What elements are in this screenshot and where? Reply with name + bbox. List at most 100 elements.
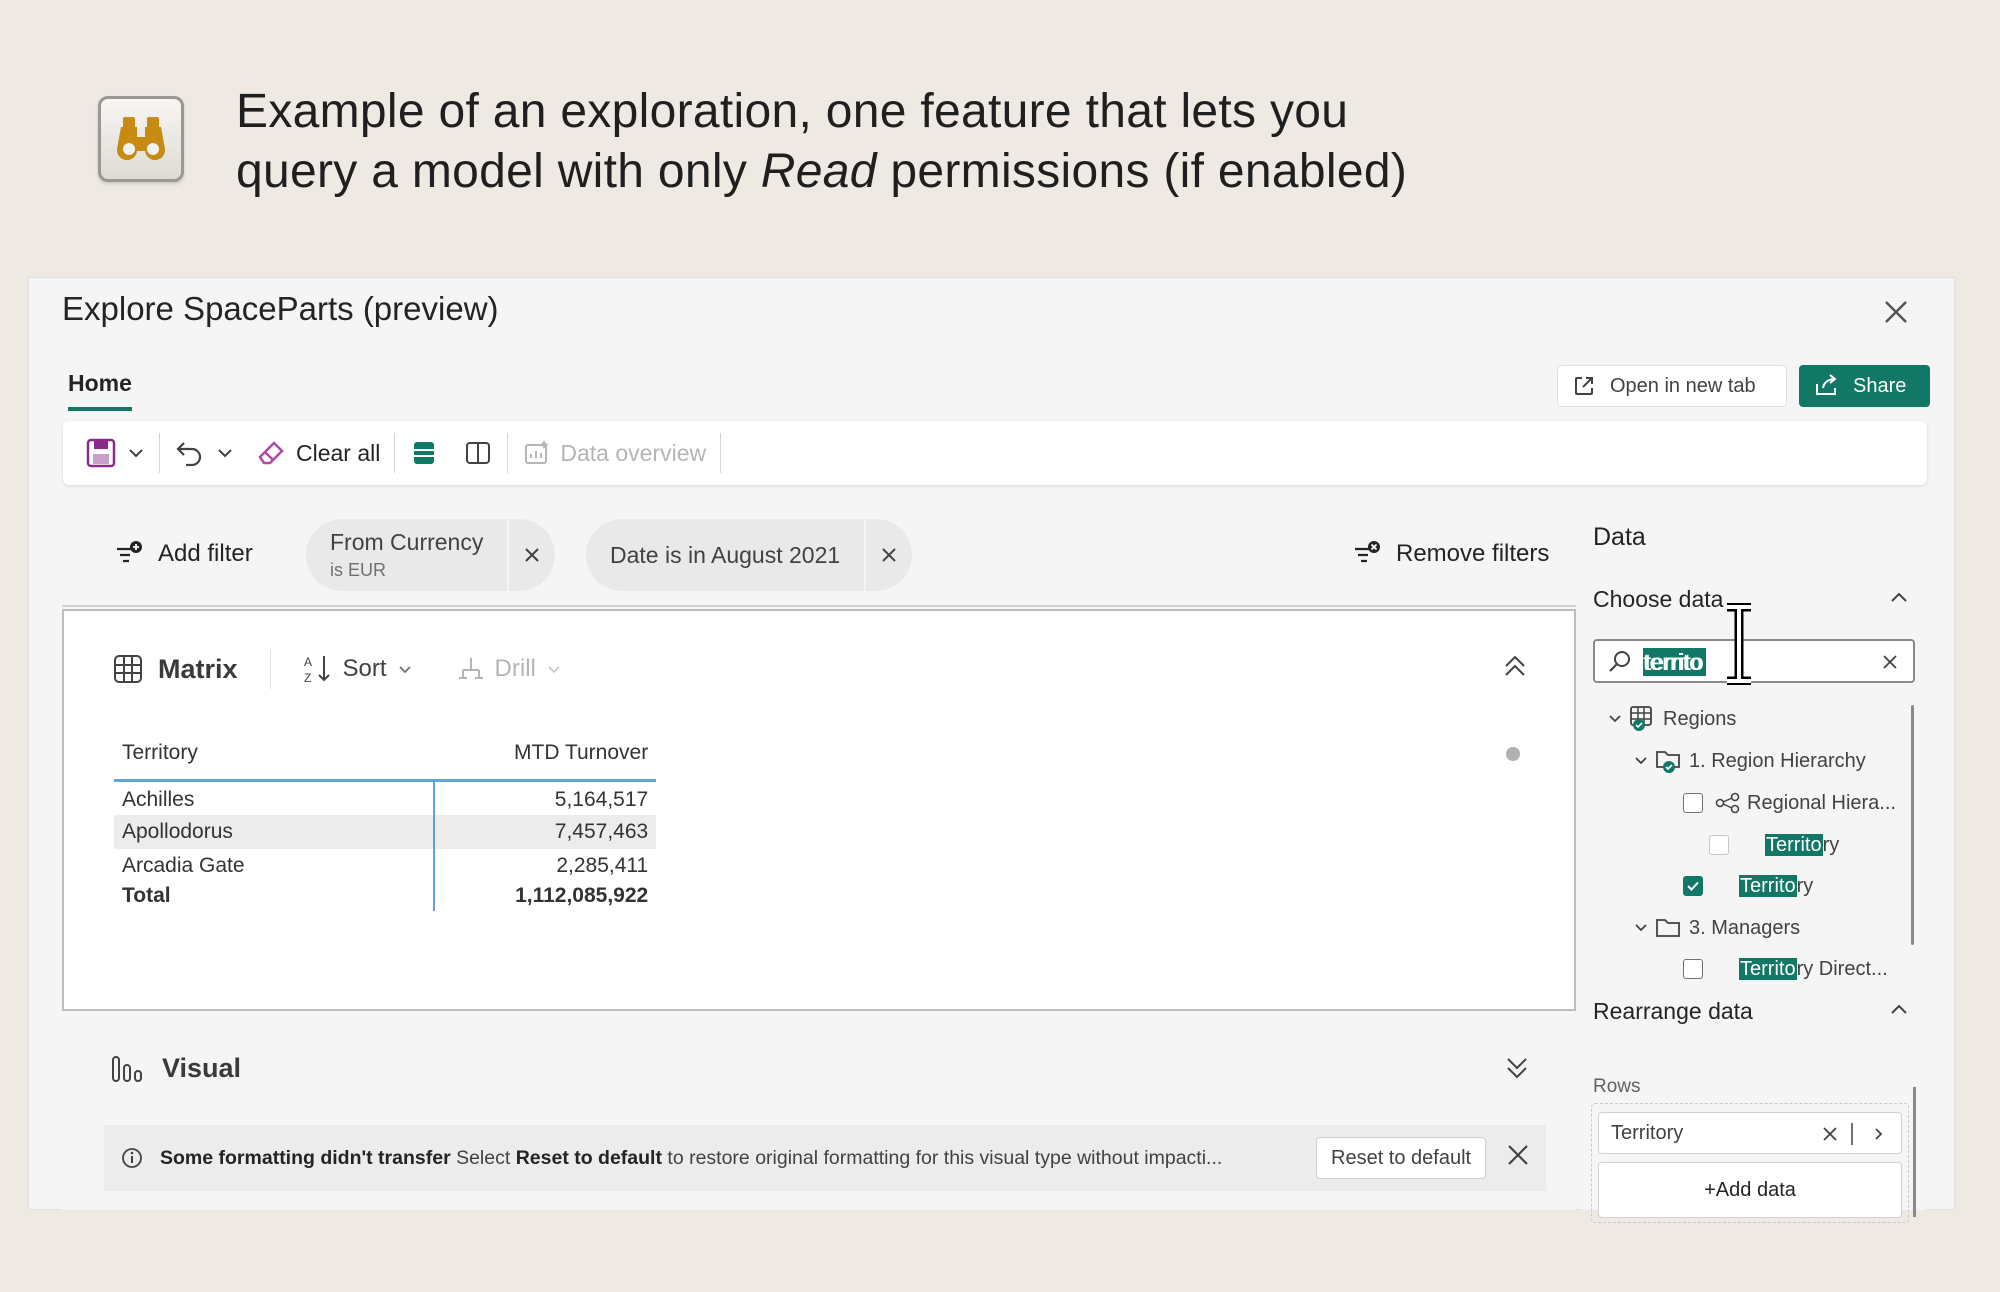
- visual-header: Visual: [110, 1051, 241, 1085]
- tree-scrollbar[interactable]: [1911, 705, 1914, 945]
- collapse-rearrange-data-icon[interactable]: [1888, 999, 1910, 1026]
- hero-caption: Example of an exploration, one feature t…: [236, 82, 1636, 202]
- pill-divider: [1851, 1123, 1853, 1145]
- save-icon: [86, 438, 116, 468]
- remove-chip-currency-icon[interactable]: [509, 546, 555, 564]
- hero-line-1: Example of an exploration, one feature t…: [236, 85, 1349, 138]
- open-external-icon: [1575, 377, 1593, 395]
- main-canvas: Add filter From Currency is EUR Date is …: [62, 503, 1576, 1210]
- territory-b-rest: ry: [1796, 874, 1814, 897]
- matrix-header-divider: [269, 649, 271, 689]
- filter-chip-date-body[interactable]: Date is in August 2021: [586, 519, 867, 591]
- add-filter-button[interactable]: Add filter: [114, 539, 253, 569]
- svg-text:Z: Z: [304, 671, 311, 685]
- data-pane: Data Choose data territo Regions 1. Regi…: [1581, 503, 1926, 1223]
- folder-check-icon: [1656, 751, 1680, 773]
- hero-line-2-emphasis: Read: [760, 145, 877, 198]
- tree-node-territory-a[interactable]: Territory: [1709, 829, 1839, 861]
- tree-node-regions[interactable]: Regions: [1607, 703, 1736, 735]
- rows-field-pill[interactable]: Territory: [1598, 1112, 1902, 1154]
- visual-title: Visual: [162, 1052, 242, 1083]
- matrix-title: Matrix: [158, 653, 238, 684]
- remove-filters-button[interactable]: Remove filters: [1352, 539, 1549, 569]
- table-row[interactable]: Arcadia Gate 2,285,411: [114, 849, 657, 883]
- table-row[interactable]: Achilles 5,164,517: [114, 779, 657, 815]
- toolbar-divider: [159, 433, 160, 473]
- toolbar-divider: [507, 433, 509, 473]
- filter-chip-currency-body[interactable]: From Currency is EUR: [306, 519, 510, 591]
- data-overview-icon: [525, 440, 549, 464]
- undo-dropdown-icon[interactable]: [216, 444, 234, 462]
- checkbox-regional-hierarchy[interactable]: [1683, 793, 1703, 813]
- data-overview-button[interactable]: Data overview: [522, 438, 706, 468]
- undo-icon[interactable]: [174, 437, 206, 469]
- search-icon: [1609, 651, 1630, 672]
- data-tree: Regions 1. Region Hierarchy Regional Hie…: [1593, 697, 1915, 980]
- rows-field-label: Territory: [1611, 1121, 1684, 1144]
- tree-node-region-hierarchy[interactable]: 1. Region Hierarchy: [1633, 745, 1866, 777]
- reset-to-default-button[interactable]: Reset to default: [1316, 1137, 1487, 1179]
- tab-home[interactable]: Home: [68, 370, 132, 411]
- filter-chip-date-title: Date is in August 2021: [610, 541, 841, 568]
- share-button[interactable]: Share: [1799, 365, 1930, 407]
- drill-label: Drill: [494, 655, 536, 682]
- total-row: Total 1,112,085,922: [114, 883, 657, 911]
- table-row[interactable]: Apollodorus 7,457,463: [114, 815, 657, 849]
- checkbox-territory-a[interactable]: [1709, 835, 1729, 855]
- matrix-header: Matrix AZ Sort Drill: [112, 649, 562, 689]
- tree-label-territory-a: Territory: [1765, 833, 1839, 857]
- tree-node-regional-hierarchy[interactable]: Regional Hiera...: [1683, 787, 1896, 819]
- dismiss-info-icon[interactable]: [1504, 1141, 1532, 1175]
- open-in-new-tab-label: Open in new tab: [1610, 374, 1756, 397]
- clear-all-button[interactable]: Clear all: [256, 437, 380, 469]
- chevron-right-icon[interactable]: [1871, 1126, 1887, 1142]
- remove-chip-date-icon[interactable]: [866, 546, 912, 564]
- tree-node-territory-director[interactable]: Territory Direct...: [1683, 953, 1888, 985]
- tree-node-territory-b[interactable]: Territory: [1683, 870, 1813, 902]
- total-value: 1,112,085,922: [432, 883, 657, 911]
- checkbox-territory-b-checked[interactable]: [1683, 876, 1703, 896]
- info-message-bold: Some formatting didn't transfer: [160, 1146, 451, 1169]
- collapse-matrix-icon[interactable]: [1500, 651, 1530, 686]
- filter-chip-currency-value: is EUR: [330, 560, 387, 580]
- checkbox-territory-director[interactable]: [1683, 959, 1703, 979]
- info-message-tail: to restore original formatting for this …: [661, 1146, 1223, 1169]
- clear-search-icon[interactable]: [1881, 653, 1899, 671]
- territory-director-match: Territo: [1739, 957, 1797, 980]
- rearrange-data-heading: Rearrange data: [1593, 998, 1753, 1024]
- open-in-new-tab-button[interactable]: Open in new tab: [1557, 365, 1787, 407]
- split-view-icon[interactable]: [463, 438, 493, 468]
- share-icon: [1816, 374, 1837, 395]
- save-dropdown-icon[interactable]: [127, 444, 145, 462]
- share-label: Share: [1853, 374, 1907, 397]
- rearrange-scrollbar[interactable]: [1913, 1087, 1916, 1217]
- table-check-icon: [1630, 706, 1652, 731]
- remove-field-icon[interactable]: [1821, 1125, 1839, 1143]
- sort-label: Sort: [342, 655, 387, 682]
- save-button[interactable]: [85, 437, 117, 469]
- column-header-territory[interactable]: Territory: [114, 741, 434, 781]
- sort-chevron-down-icon: [398, 666, 411, 674]
- matrix-grid-icon: [114, 655, 142, 683]
- expand-visual-icon[interactable]: [1502, 1053, 1532, 1088]
- tree-label-territory-director: Territory Direct...: [1739, 957, 1888, 981]
- bar-chart-icon: [112, 1056, 142, 1082]
- add-data-button[interactable]: +Add data: [1598, 1162, 1902, 1218]
- sort-az-icon: AZ: [304, 655, 330, 685]
- close-window-icon[interactable]: [1878, 294, 1914, 330]
- table-view-icon[interactable]: [409, 438, 439, 468]
- add-filter-icon: [117, 541, 142, 563]
- tree-label-regional-hierarchy: Regional Hiera...: [1747, 791, 1896, 814]
- scroll-indicator[interactable]: [1506, 747, 1520, 761]
- column-header-mtd-turnover[interactable]: MTD Turnover: [434, 741, 656, 781]
- collapse-choose-data-icon[interactable]: [1888, 587, 1910, 614]
- drill-button[interactable]: Drill: [457, 655, 562, 683]
- sort-button[interactable]: AZ Sort: [303, 653, 413, 685]
- window-title: Explore SpaceParts (preview): [62, 290, 499, 327]
- tree-node-managers[interactable]: 3. Managers: [1633, 912, 1800, 944]
- filter-chip-currency: From Currency is EUR: [306, 519, 556, 591]
- eraser-icon: [258, 441, 284, 465]
- visual-panel: Visual Some formatting didn't transfer S…: [62, 1011, 1576, 1210]
- matrix-panel: Matrix AZ Sort Drill Territory MTD Turno…: [62, 609, 1576, 1011]
- rows-drop-zone: Territory +Add data: [1591, 1103, 1909, 1223]
